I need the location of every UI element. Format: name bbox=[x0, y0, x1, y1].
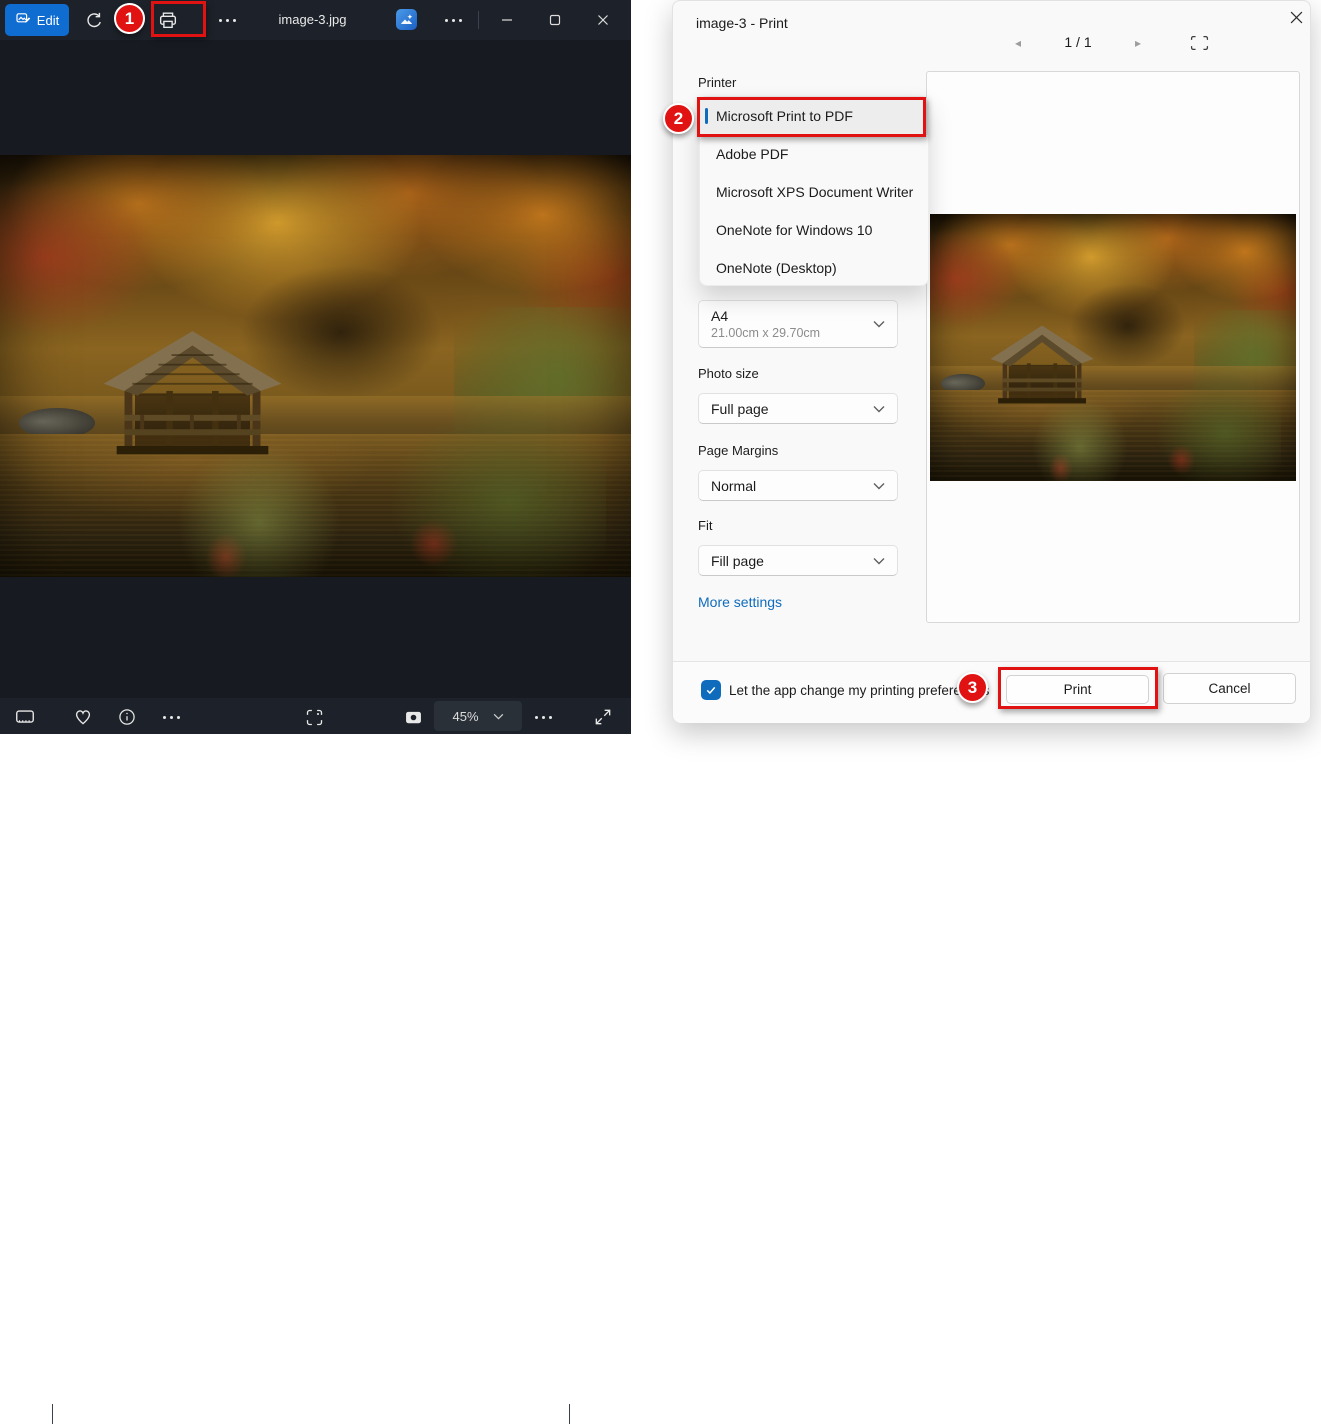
edit-button-label: Edit bbox=[37, 13, 59, 28]
printer-option-label: Adobe PDF bbox=[716, 146, 788, 162]
previous-page-button[interactable]: ◂ bbox=[1009, 34, 1027, 52]
printer-label: Printer bbox=[698, 75, 736, 90]
chevron-down-icon bbox=[873, 320, 885, 328]
statusbar-divider bbox=[569, 1404, 570, 1424]
chevron-down-icon bbox=[493, 713, 504, 720]
photos-statusbar: 45% bbox=[0, 698, 631, 734]
next-page-button[interactable]: ▸ bbox=[1129, 34, 1147, 52]
fit-label: Fit bbox=[698, 518, 712, 533]
file-info-button[interactable] bbox=[114, 704, 140, 730]
minimize-button[interactable] bbox=[492, 5, 522, 35]
more-tools-button[interactable] bbox=[158, 704, 184, 730]
paper-size-value: A4 bbox=[711, 308, 820, 324]
printer-option-onenote-win10[interactable]: OneNote for Windows 10 bbox=[700, 211, 928, 249]
print-dialog-title: image-3 - Print bbox=[696, 15, 788, 31]
close-button[interactable] bbox=[588, 5, 618, 35]
actual-size-button[interactable] bbox=[400, 704, 426, 730]
annotation-step-1: 1 bbox=[114, 3, 145, 34]
filmstrip-toggle-button[interactable] bbox=[12, 704, 38, 730]
print-dialog-close-button[interactable] bbox=[1283, 4, 1309, 30]
arrow-right-icon: ▸ bbox=[1135, 36, 1141, 50]
print-dialog-footer: Let the app change my printing preferenc… bbox=[673, 661, 1310, 723]
page-indicator: 1 / 1 bbox=[1038, 34, 1118, 50]
page-margins-value: Normal bbox=[711, 478, 756, 494]
ellipsis-icon bbox=[219, 19, 236, 22]
fit-frame-icon bbox=[1190, 35, 1209, 51]
ai-enhance-button[interactable] bbox=[396, 9, 417, 30]
checkmark-icon bbox=[705, 684, 717, 696]
edit-button[interactable]: Edit bbox=[5, 4, 69, 36]
printing-preferences-label: Let the app change my printing preferenc… bbox=[729, 683, 989, 698]
fit-dropdown[interactable]: Fill page bbox=[698, 545, 898, 576]
statusbar-divider bbox=[52, 1404, 53, 1424]
image-filename: image-3.jpg bbox=[250, 12, 375, 27]
ellipsis-icon bbox=[163, 716, 180, 719]
printing-preferences-checkbox[interactable] bbox=[701, 680, 721, 700]
page-margins-label: Page Margins bbox=[698, 443, 778, 458]
chevron-down-icon bbox=[873, 557, 885, 565]
annotation-box-printer-option bbox=[697, 97, 926, 137]
printer-option-label: OneNote (Desktop) bbox=[716, 260, 837, 276]
photos-app-window: Edit image-3.jpg bbox=[0, 0, 631, 734]
zoom-level-value: 45% bbox=[452, 709, 478, 724]
ellipsis-icon bbox=[445, 19, 462, 22]
cancel-button-label: Cancel bbox=[1208, 681, 1250, 696]
annotation-box-print-icon bbox=[151, 1, 206, 37]
annotation-box-print-button bbox=[998, 667, 1158, 709]
maximize-button[interactable] bbox=[540, 5, 570, 35]
page-margins-dropdown[interactable]: Normal bbox=[698, 470, 898, 501]
photo-size-label: Photo size bbox=[698, 366, 759, 381]
preview-fit-button[interactable] bbox=[1187, 31, 1211, 55]
chevron-down-icon bbox=[873, 482, 885, 490]
printer-option-onenote-desktop[interactable]: OneNote (Desktop) bbox=[700, 249, 928, 286]
sparkle-image-icon bbox=[399, 12, 414, 27]
paper-size-dimensions: 21.00cm x 29.70cm bbox=[711, 326, 820, 340]
printer-option-label: Microsoft XPS Document Writer bbox=[716, 184, 913, 200]
ellipsis-icon bbox=[535, 716, 552, 719]
print-dialog: image-3 - Print ◂ 1 / 1 ▸ Printer A4 21.… bbox=[672, 0, 1311, 723]
fullscreen-button[interactable] bbox=[590, 704, 616, 730]
more-settings-link[interactable]: More settings bbox=[698, 594, 782, 610]
edit-image-icon bbox=[15, 11, 31, 30]
zoom-to-fit-button[interactable] bbox=[301, 704, 327, 730]
paper-size-dropdown[interactable]: A4 21.00cm x 29.70cm bbox=[698, 300, 898, 348]
annotation-step-2: 2 bbox=[663, 103, 694, 134]
more-view-options-button[interactable] bbox=[530, 704, 556, 730]
zoom-level-dropdown[interactable]: 45% bbox=[434, 701, 522, 731]
rotate-button[interactable] bbox=[79, 5, 109, 35]
photos-titlebar: Edit image-3.jpg bbox=[0, 0, 631, 40]
printer-option-label: OneNote for Windows 10 bbox=[716, 222, 872, 238]
printer-option-xps-writer[interactable]: Microsoft XPS Document Writer bbox=[700, 173, 928, 211]
cancel-button[interactable]: Cancel bbox=[1163, 673, 1296, 704]
print-preview-page bbox=[926, 71, 1300, 623]
photo-size-value: Full page bbox=[711, 401, 769, 417]
photo-autumn-lake-gazebo bbox=[0, 155, 631, 577]
favorite-heart-button[interactable] bbox=[70, 704, 96, 730]
titlebar-divider bbox=[478, 11, 479, 29]
photo-size-dropdown[interactable]: Full page bbox=[698, 393, 898, 424]
annotation-step-3: 3 bbox=[957, 672, 988, 703]
chevron-down-icon bbox=[873, 405, 885, 413]
more-options-button-2[interactable] bbox=[438, 5, 468, 35]
fit-value: Fill page bbox=[711, 553, 764, 569]
arrow-left-icon: ◂ bbox=[1015, 36, 1021, 50]
print-preview-photo bbox=[930, 214, 1296, 481]
printer-option-adobe-pdf[interactable]: Adobe PDF bbox=[700, 135, 928, 173]
more-options-button[interactable] bbox=[212, 5, 242, 35]
